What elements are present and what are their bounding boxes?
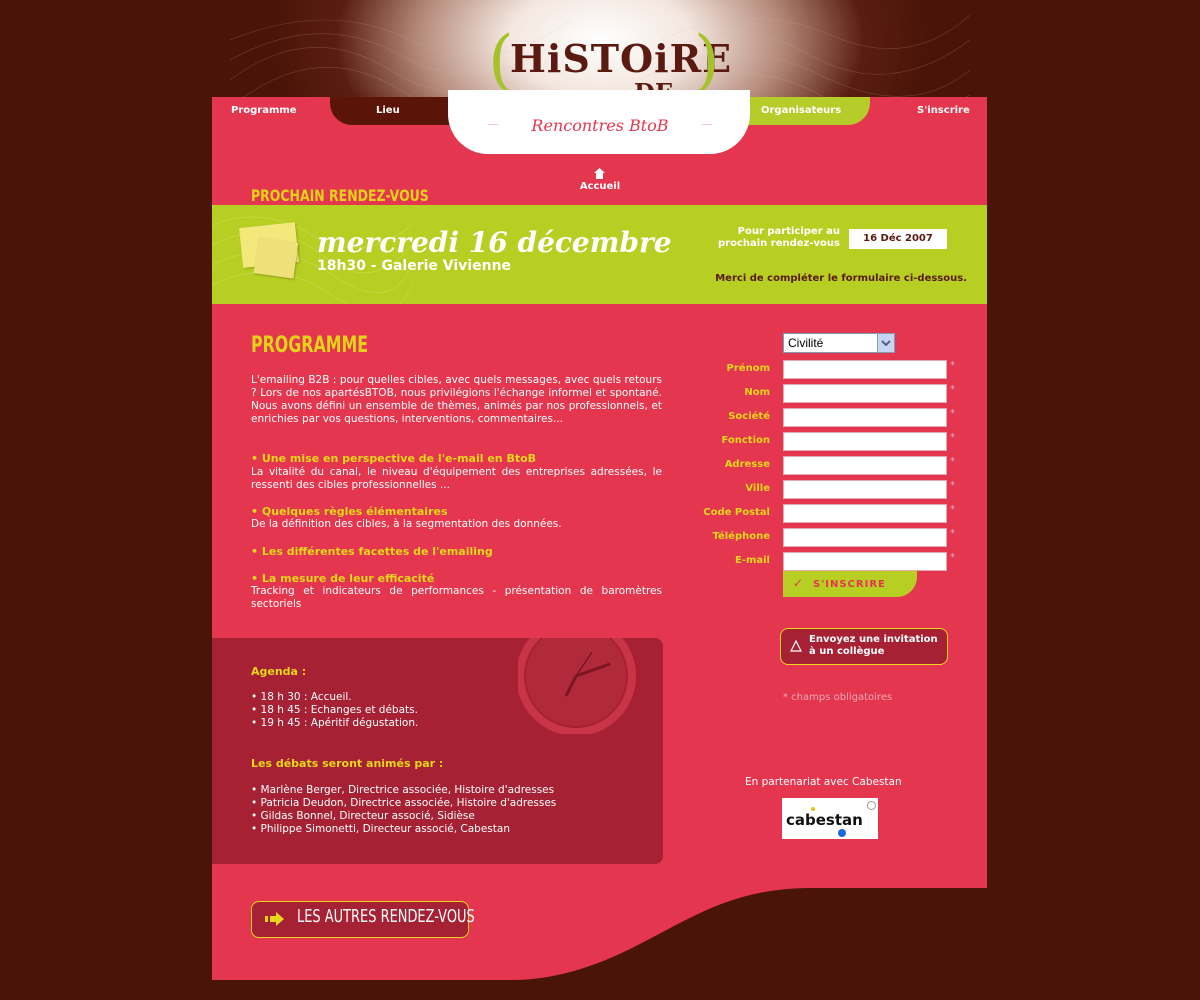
event-date-badge: 16 Déc 2007: [849, 229, 947, 249]
speaker-item: • Marlène Berger, Directrice associée, H…: [251, 784, 555, 796]
nav-accueil[interactable]: Accueil: [570, 181, 630, 192]
invite-colleague-label[interactable]: Envoyez une invitation à un collègue: [809, 634, 944, 658]
prenom-field[interactable]: [783, 360, 947, 379]
speakers-list: • Marlène Berger, Directrice associée, H…: [251, 784, 556, 836]
required-star: *: [950, 408, 955, 419]
email-field[interactable]: [783, 552, 947, 571]
speaker-item: • Philippe Simonetti, Directeur associé,…: [251, 823, 510, 835]
tagline: Rencontres BtoB: [498, 116, 702, 135]
required-star: *: [950, 504, 955, 515]
civilite-value: Civilité: [788, 336, 824, 350]
nom-label: Nom: [744, 387, 770, 398]
speakers-title: Les débats seront animés par :: [251, 757, 444, 770]
sinscrire-label[interactable]: S'INSCRIRE: [813, 579, 886, 590]
programme-point-title: • Une mise en perspective de l'e-mail en…: [251, 452, 537, 465]
required-star: *: [950, 552, 955, 563]
nav-organisateurs[interactable]: Organisateurs: [761, 105, 841, 116]
code-postal-label: Code Postal: [703, 507, 770, 518]
programme-point-text: La vitalité du canal, le niveau d'équipe…: [251, 466, 662, 491]
civilite-select[interactable]: Civilité: [783, 333, 895, 353]
required-star: *: [950, 360, 955, 371]
agenda-list: • 18 h 30 : Accueil. • 18 h 45 : Echange…: [251, 691, 418, 730]
speaker-item: • Patricia Deudon, Directrice associée, …: [251, 797, 557, 809]
event-date: mercredi 16 décembre: [317, 226, 672, 259]
logo-dot: [867, 801, 876, 810]
nom-field[interactable]: [783, 384, 947, 403]
prenom-label: Prénom: [726, 363, 770, 374]
required-star: *: [950, 528, 955, 539]
telephone-field[interactable]: [783, 528, 947, 547]
event-time-place: 18h30 - Galerie Vivienne: [317, 258, 512, 274]
warning-icon: [790, 640, 802, 652]
form-instructions: Merci de compléter le formulaire ci-dess…: [715, 273, 967, 284]
societe-label: Société: [728, 411, 770, 422]
partner-text: En partenariat avec Cabestan: [745, 776, 902, 788]
other-events-label[interactable]: LES AUTRES RENDEZ-VOUS: [297, 906, 475, 927]
sticky-note-icon-2: [253, 237, 299, 279]
logo-dot: [811, 807, 815, 811]
telephone-label: Téléphone: [712, 531, 770, 542]
ville-field[interactable]: [783, 480, 947, 499]
agenda-item: • 19 h 45 : Apéritif dégustation.: [251, 717, 419, 729]
required-star: *: [950, 432, 955, 443]
nav-inscrire[interactable]: S'inscrire: [917, 105, 970, 116]
participate-text: Pour participer au prochain rendez-vous: [718, 226, 840, 249]
logo-paren-close: ): [694, 22, 720, 99]
home-icon[interactable]: [594, 168, 605, 179]
required-star: *: [950, 384, 955, 395]
chevron-down-icon[interactable]: [877, 334, 894, 352]
programme-point-text: De la définition des cibles, à la segmen…: [251, 518, 562, 530]
programme-intro: L'emailing B2B : pour quelles cibles, av…: [251, 374, 662, 425]
programme-point-title: • La mesure de leur efficacité: [251, 572, 435, 585]
agenda-item: • 18 h 45 : Echanges et débats.: [251, 704, 418, 716]
email-label: E-mail: [734, 555, 770, 566]
logo-dot: [838, 829, 846, 837]
agenda-title: Agenda :: [251, 665, 307, 678]
programme-point-title: • Quelques règles élémentaires: [251, 505, 448, 518]
arrow-right-icon: [265, 912, 284, 926]
speaker-item: • Gildas Bonnel, Directeur associé, Sidi…: [251, 810, 475, 822]
programme-point-text: Tracking et indicateurs de performances …: [251, 585, 662, 610]
fonction-label: Fonction: [721, 435, 770, 446]
nav-programme[interactable]: Programme: [231, 105, 297, 116]
cabestan-logo-text: cabestan: [786, 811, 863, 829]
code-postal-field[interactable]: [783, 504, 947, 523]
required-star: *: [950, 456, 955, 467]
agenda-item: • 18 h 30 : Accueil.: [251, 691, 352, 703]
required-star: *: [950, 480, 955, 491]
next-event-heading: PROCHAIN RENDEZ-VOUS: [251, 186, 429, 205]
programme-title: PROGRAMME: [251, 333, 369, 358]
adresse-label: Adresse: [724, 459, 770, 470]
required-note: * champs obligatoires: [783, 692, 893, 703]
fonction-field[interactable]: [783, 432, 947, 451]
clock-icon: [518, 638, 636, 734]
societe-field[interactable]: [783, 408, 947, 427]
nav-lieu[interactable]: Lieu: [376, 105, 400, 116]
check-icon: ✓: [793, 576, 804, 590]
ville-label: Ville: [745, 483, 770, 494]
programme-point-title: • Les différentes facettes de l'emailing: [251, 545, 493, 558]
adresse-field[interactable]: [783, 456, 947, 475]
